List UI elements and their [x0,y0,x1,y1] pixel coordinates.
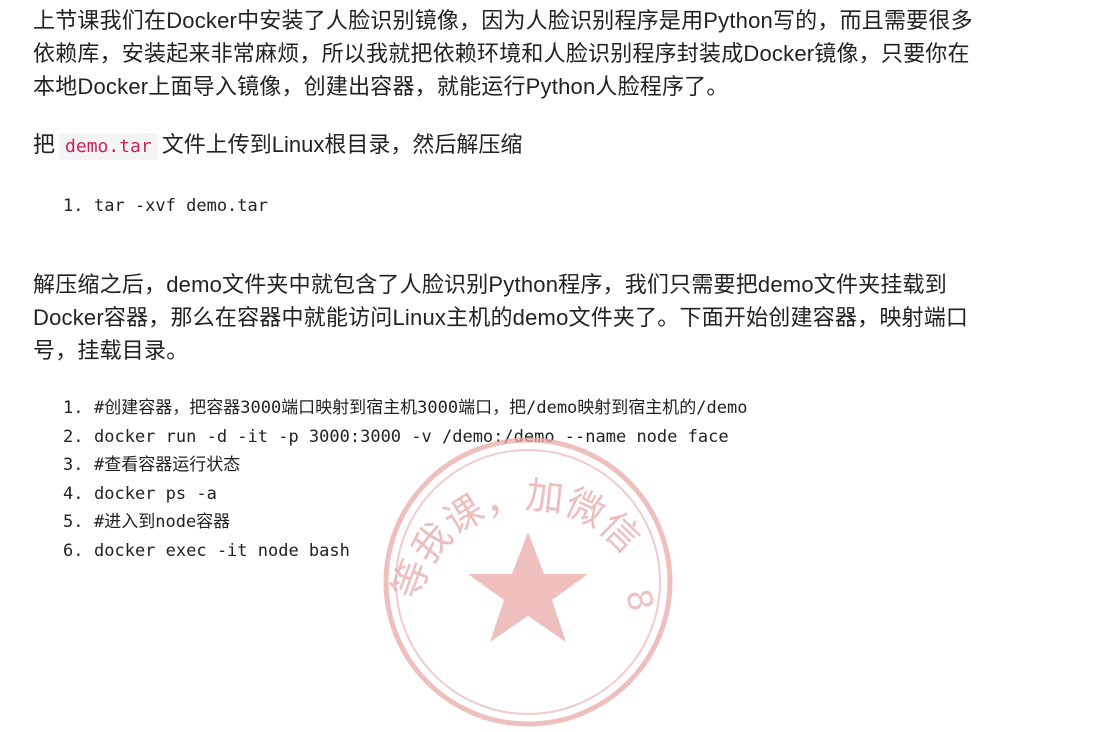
code-block-container: 1. #创建容器，把容器3000端口映射到宿主机3000端口，把/demo映射到宿… [63,394,747,565]
line-number: 1. [63,398,84,418]
upload-instruction: 把 demo.tar 文件上传到Linux根目录，然后解压缩 [33,128,522,164]
intro-paragraph: 上节课我们在Docker中安装了人脸识别镜像，因为人脸识别程序是用Python写… [33,4,973,103]
code-text: #创建容器，把容器3000端口映射到宿主机3000端口，把/demo映射到宿主机… [94,398,748,418]
code-block-extract: 1. tar -xvf demo.tar [63,192,268,221]
code-line: 1. tar -xvf demo.tar [63,192,268,221]
code-text: tar -xvf demo.tar [94,196,268,216]
explain-line-3: 号，挂载目录。 [33,338,189,363]
code-text: docker ps -a [94,483,217,504]
line-number: 3. [63,455,84,475]
line-number: 6. [63,540,84,561]
upload-suffix: 文件上传到Linux根目录，然后解压缩 [161,132,523,157]
line-number: 5. [63,512,84,532]
explanation-paragraph: 解压缩之后，demo文件夹中就包含了人脸识别Python程序，我们只需要把dem… [33,268,968,367]
svg-text:8: 8 [617,586,661,615]
code-line: 1. #创建容器，把容器3000端口映射到宿主机3000端口，把/demo映射到宿… [63,394,747,423]
code-text: #查看容器运行状态 [94,455,241,475]
code-line: 6. docker exec -it node bash [63,537,747,566]
line-number: 2. [63,426,84,447]
code-text: docker run -d -it -p 3000:3000 -v /demo:… [94,426,729,447]
code-line: 4. docker ps -a [63,480,747,509]
code-line: 3. #查看容器运行状态 [63,451,747,480]
explain-line-1: 解压缩之后，demo文件夹中就包含了人脸识别Python程序，我们只需要把dem… [33,272,947,297]
explain-line-2: Docker容器，那么在容器中就能访问Linux主机的demo文件夹了。下面开始… [33,305,969,330]
intro-line-2: 依赖库，安装起来非常麻烦，所以我就把依赖环境和人脸识别程序封装成Docker镜像… [33,41,970,66]
line-number: 1. [63,196,84,216]
code-line: 5. #进入到node容器 [63,508,747,537]
intro-line-1: 上节课我们在Docker中安装了人脸识别镜像，因为人脸识别程序是用Python写… [33,8,973,33]
line-number: 4. [63,483,84,504]
intro-line-3: 本地Docker上面导入镜像，创建出容器，就能运行Python人脸程序了。 [33,74,729,99]
code-line: 2. docker run -d -it -p 3000:3000 -v /dem… [63,423,747,452]
inline-code-filename: demo.tar [59,133,158,160]
code-text: docker exec -it node bash [94,540,350,561]
upload-prefix: 把 [33,132,56,157]
code-text: #进入到node容器 [94,512,231,532]
